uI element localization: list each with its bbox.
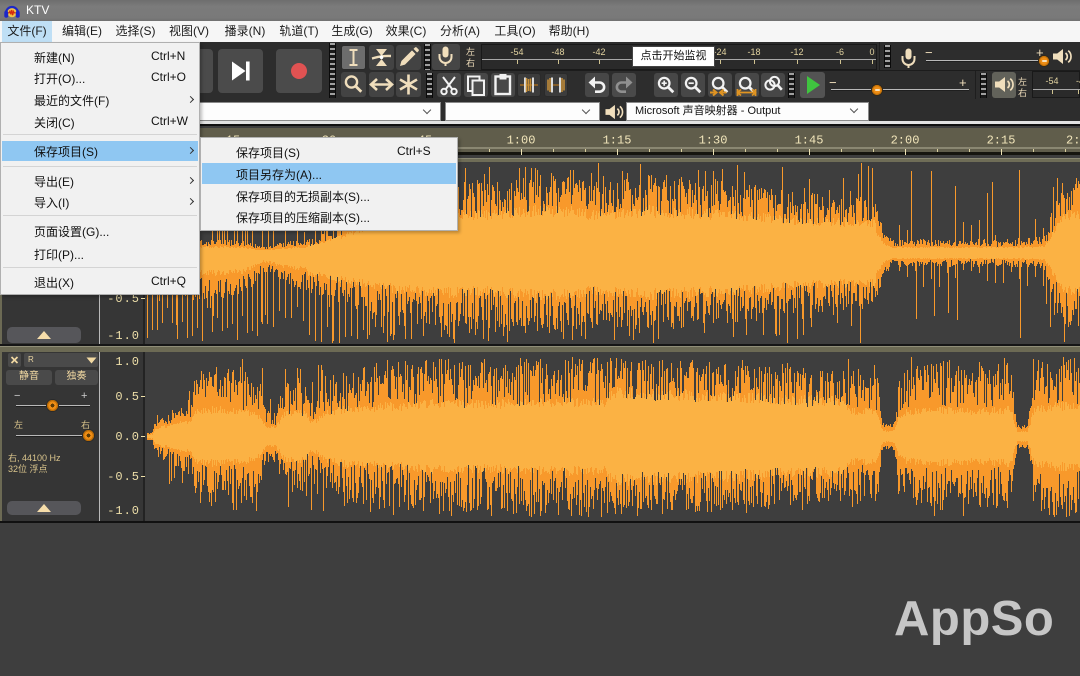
svg-text:2:15: 2:15 (987, 134, 1016, 148)
svg-text:2:30: 2:30 (1066, 134, 1080, 148)
svg-text:1:45: 1:45 (795, 134, 824, 148)
svg-text:2:00: 2:00 (891, 134, 920, 148)
svg-text:1:00: 1:00 (507, 134, 536, 148)
svg-text:1:15: 1:15 (603, 134, 632, 148)
svg-text:1:30: 1:30 (699, 134, 728, 148)
